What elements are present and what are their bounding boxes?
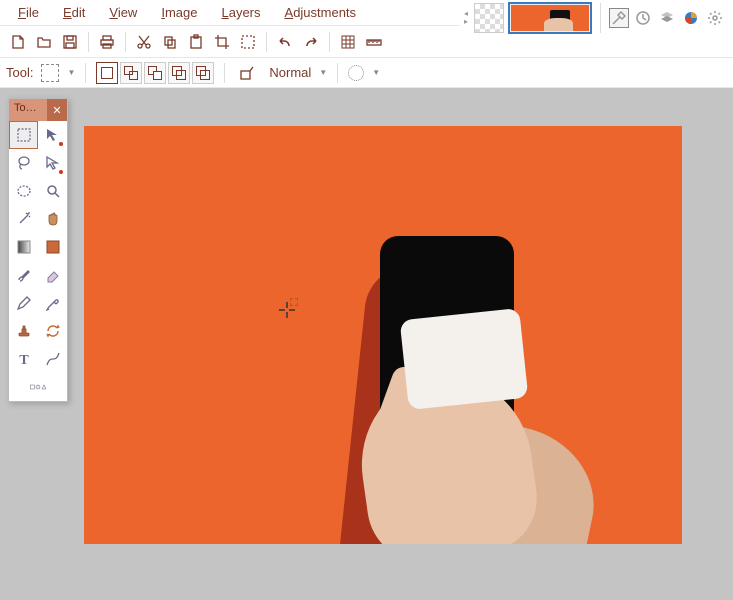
menu-edit[interactable]: Edit <box>53 1 95 24</box>
color-wheel-icon[interactable] <box>681 8 701 28</box>
tool-eraser[interactable] <box>38 261 67 289</box>
tool-shape-selector[interactable] <box>41 64 59 82</box>
tool-brush[interactable] <box>9 261 38 289</box>
tool-polygon-lasso[interactable] <box>38 149 67 177</box>
layers-icon[interactable] <box>657 8 677 28</box>
tool-rectangle-select[interactable] <box>9 121 38 149</box>
tool-move[interactable] <box>38 121 67 149</box>
chevron-down-icon[interactable]: ▼ <box>319 68 327 77</box>
undo-button[interactable] <box>273 30 297 54</box>
gear-icon[interactable] <box>705 8 725 28</box>
copy-button[interactable] <box>158 30 182 54</box>
tool-lasso[interactable] <box>9 149 38 177</box>
hammer-icon[interactable] <box>609 8 629 28</box>
menu-adjustments[interactable]: Adjustments <box>275 1 367 24</box>
deselect-button[interactable] <box>236 30 260 54</box>
tool-text[interactable]: T <box>9 345 38 373</box>
crop-button[interactable] <box>210 30 234 54</box>
paste-button[interactable] <box>184 30 208 54</box>
ruler-button[interactable] <box>362 30 386 54</box>
crosshair-cursor <box>278 301 296 322</box>
selection-subtract[interactable] <box>144 62 166 84</box>
redo-button[interactable] <box>299 30 323 54</box>
canvas[interactable] <box>84 126 682 544</box>
history-icon[interactable] <box>633 8 653 28</box>
selection-xor[interactable] <box>192 62 214 84</box>
tool-ellipse-select[interactable] <box>9 177 38 205</box>
workspace <box>0 88 733 600</box>
tool-clone-stamp[interactable] <box>9 317 38 345</box>
thumb-2-active[interactable] <box>508 2 592 34</box>
strip-scroll-arrows[interactable]: ◂▸ <box>464 10 468 26</box>
selection-add[interactable] <box>120 62 142 84</box>
tool-color-picker[interactable] <box>38 289 67 317</box>
cut-button[interactable] <box>132 30 156 54</box>
new-button[interactable] <box>6 30 30 54</box>
tool-gradient[interactable] <box>9 233 38 261</box>
chevron-down-icon[interactable]: ▼ <box>67 68 75 77</box>
grid-button[interactable] <box>336 30 360 54</box>
tool-label: Tool: <box>6 65 33 80</box>
menu-image[interactable]: Image <box>151 1 207 24</box>
tool-line-curve[interactable] <box>38 345 67 373</box>
tool-magic-wand[interactable] <box>9 205 38 233</box>
options-toolbar: Tool: ▼ Normal ▼ ▼ <box>0 58 733 88</box>
tool-fill[interactable] <box>38 233 67 261</box>
print-button[interactable] <box>95 30 119 54</box>
open-button[interactable] <box>32 30 56 54</box>
tools-panel[interactable]: To… ✕ T <box>8 98 68 402</box>
menu-file[interactable]: File <box>8 1 49 24</box>
menu-layers[interactable]: Layers <box>211 1 270 24</box>
canvas-subject-cloth <box>400 308 529 410</box>
selection-replace[interactable] <box>96 62 118 84</box>
chevron-down-icon[interactable]: ▼ <box>372 68 380 77</box>
tool-pencil[interactable] <box>9 289 38 317</box>
thumb-1-transparent[interactable] <box>474 3 504 33</box>
flood-mode-icon[interactable] <box>235 61 259 85</box>
svg-text:T: T <box>19 353 29 367</box>
save-button[interactable] <box>58 30 82 54</box>
tool-shapes[interactable] <box>13 373 63 401</box>
selection-intersect[interactable] <box>168 62 190 84</box>
close-icon[interactable]: ✕ <box>47 99 67 121</box>
tool-zoom[interactable] <box>38 177 67 205</box>
tools-panel-title[interactable]: To… <box>9 99 47 121</box>
document-strip: ◂▸ <box>460 0 733 36</box>
tool-pan[interactable] <box>38 205 67 233</box>
selection-mode-group <box>96 62 214 84</box>
sampling-selector[interactable] <box>348 65 364 81</box>
menu-view[interactable]: View <box>99 1 147 24</box>
blend-mode-label: Normal <box>269 65 311 80</box>
tool-recolor[interactable] <box>38 317 67 345</box>
